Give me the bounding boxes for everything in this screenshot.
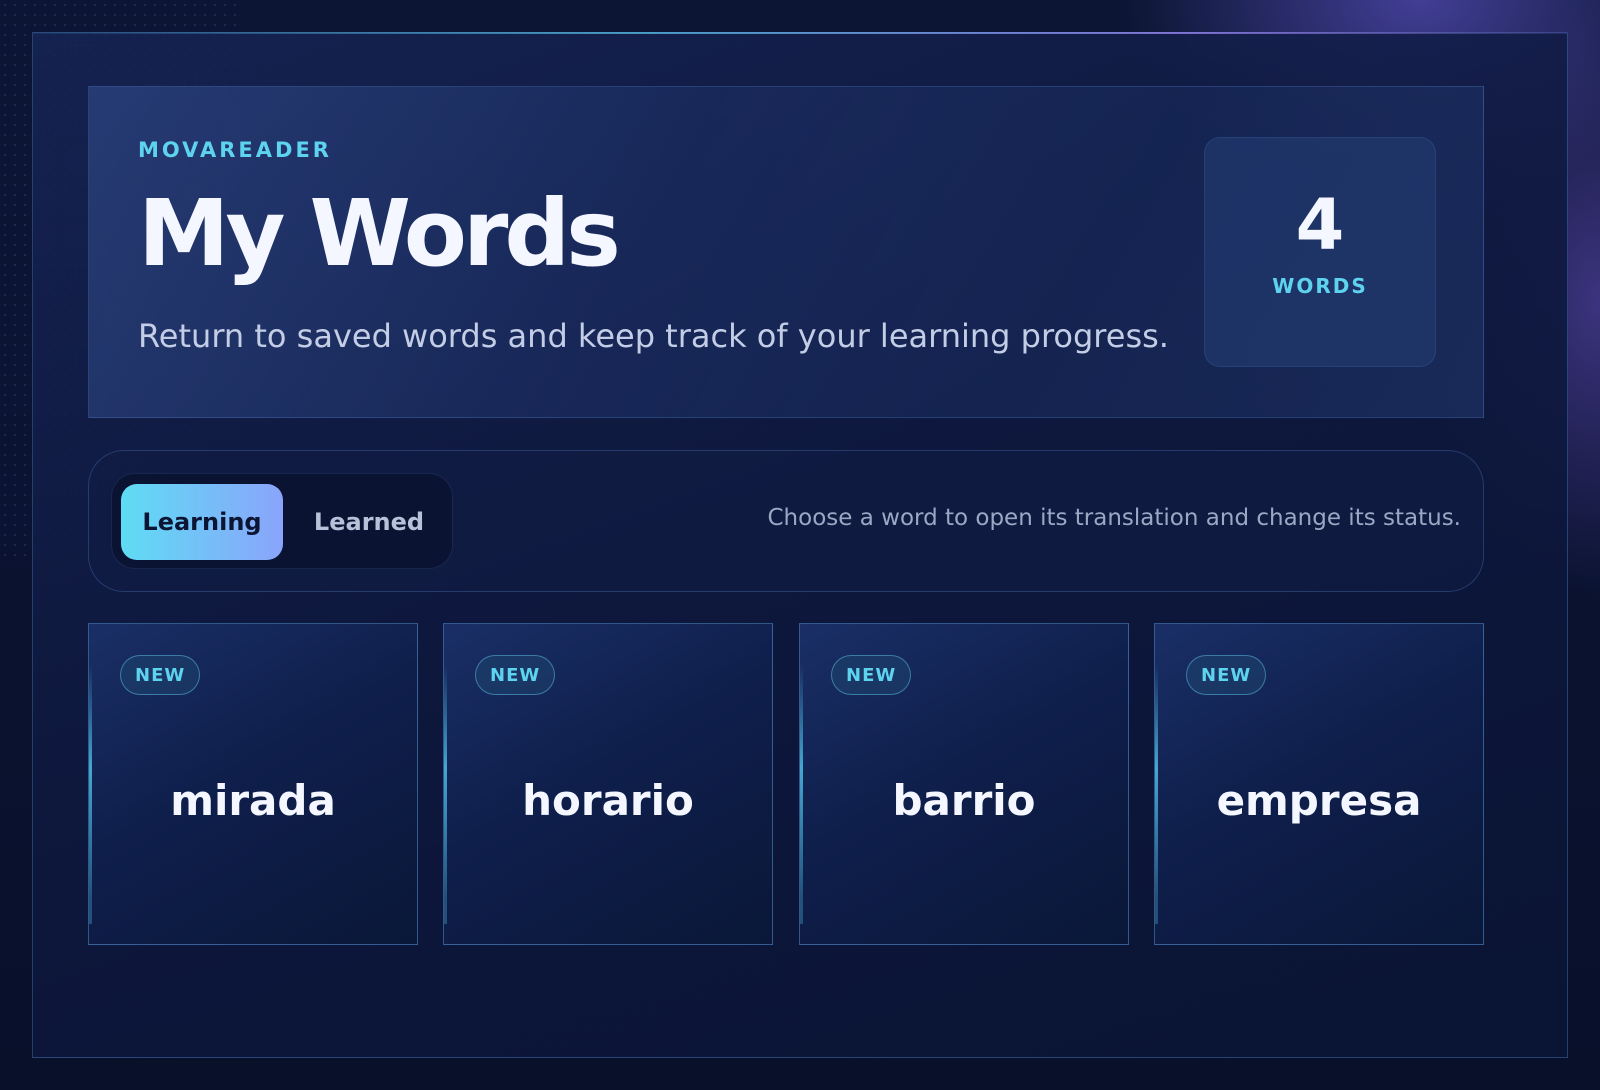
filter-toolbar: Learning Learned Choose a word to open i… (88, 450, 1484, 592)
page-subtitle: Return to saved words and keep track of … (138, 317, 1169, 355)
panel-top-glow (33, 32, 1567, 34)
status-badge: NEW (831, 655, 912, 695)
toolbar-hint: Choose a word to open its translation an… (767, 505, 1462, 531)
word-card-grid: NEW mirada NEW horario NEW barrio NEW em… (88, 623, 1484, 945)
header-card: MOVAREADER My Words Return to saved word… (88, 86, 1484, 418)
page-title: My Words (138, 180, 621, 287)
status-badge: NEW (475, 655, 556, 695)
tab-learning[interactable]: Learning (121, 484, 283, 560)
tab-learned[interactable]: Learned (290, 484, 448, 560)
word-card-horario[interactable]: NEW horario (443, 623, 773, 945)
word-text: barrio (892, 776, 1036, 825)
status-badge: NEW (1186, 655, 1267, 695)
word-count-card: 4 WORDS (1204, 137, 1436, 367)
main-panel: MOVAREADER My Words Return to saved word… (32, 32, 1568, 1058)
word-card-barrio[interactable]: NEW barrio (799, 623, 1129, 945)
status-tabs: Learning Learned (111, 473, 453, 569)
word-card-mirada[interactable]: NEW mirada (88, 623, 418, 945)
word-text: horario (522, 776, 694, 825)
brand-label: MOVAREADER (138, 138, 332, 162)
status-badge: NEW (120, 655, 201, 695)
word-card-empresa[interactable]: NEW empresa (1154, 623, 1484, 945)
word-text: empresa (1216, 776, 1422, 825)
word-count-label: WORDS (1272, 274, 1368, 298)
word-text: mirada (170, 776, 336, 825)
word-count-value: 4 (1295, 184, 1345, 266)
